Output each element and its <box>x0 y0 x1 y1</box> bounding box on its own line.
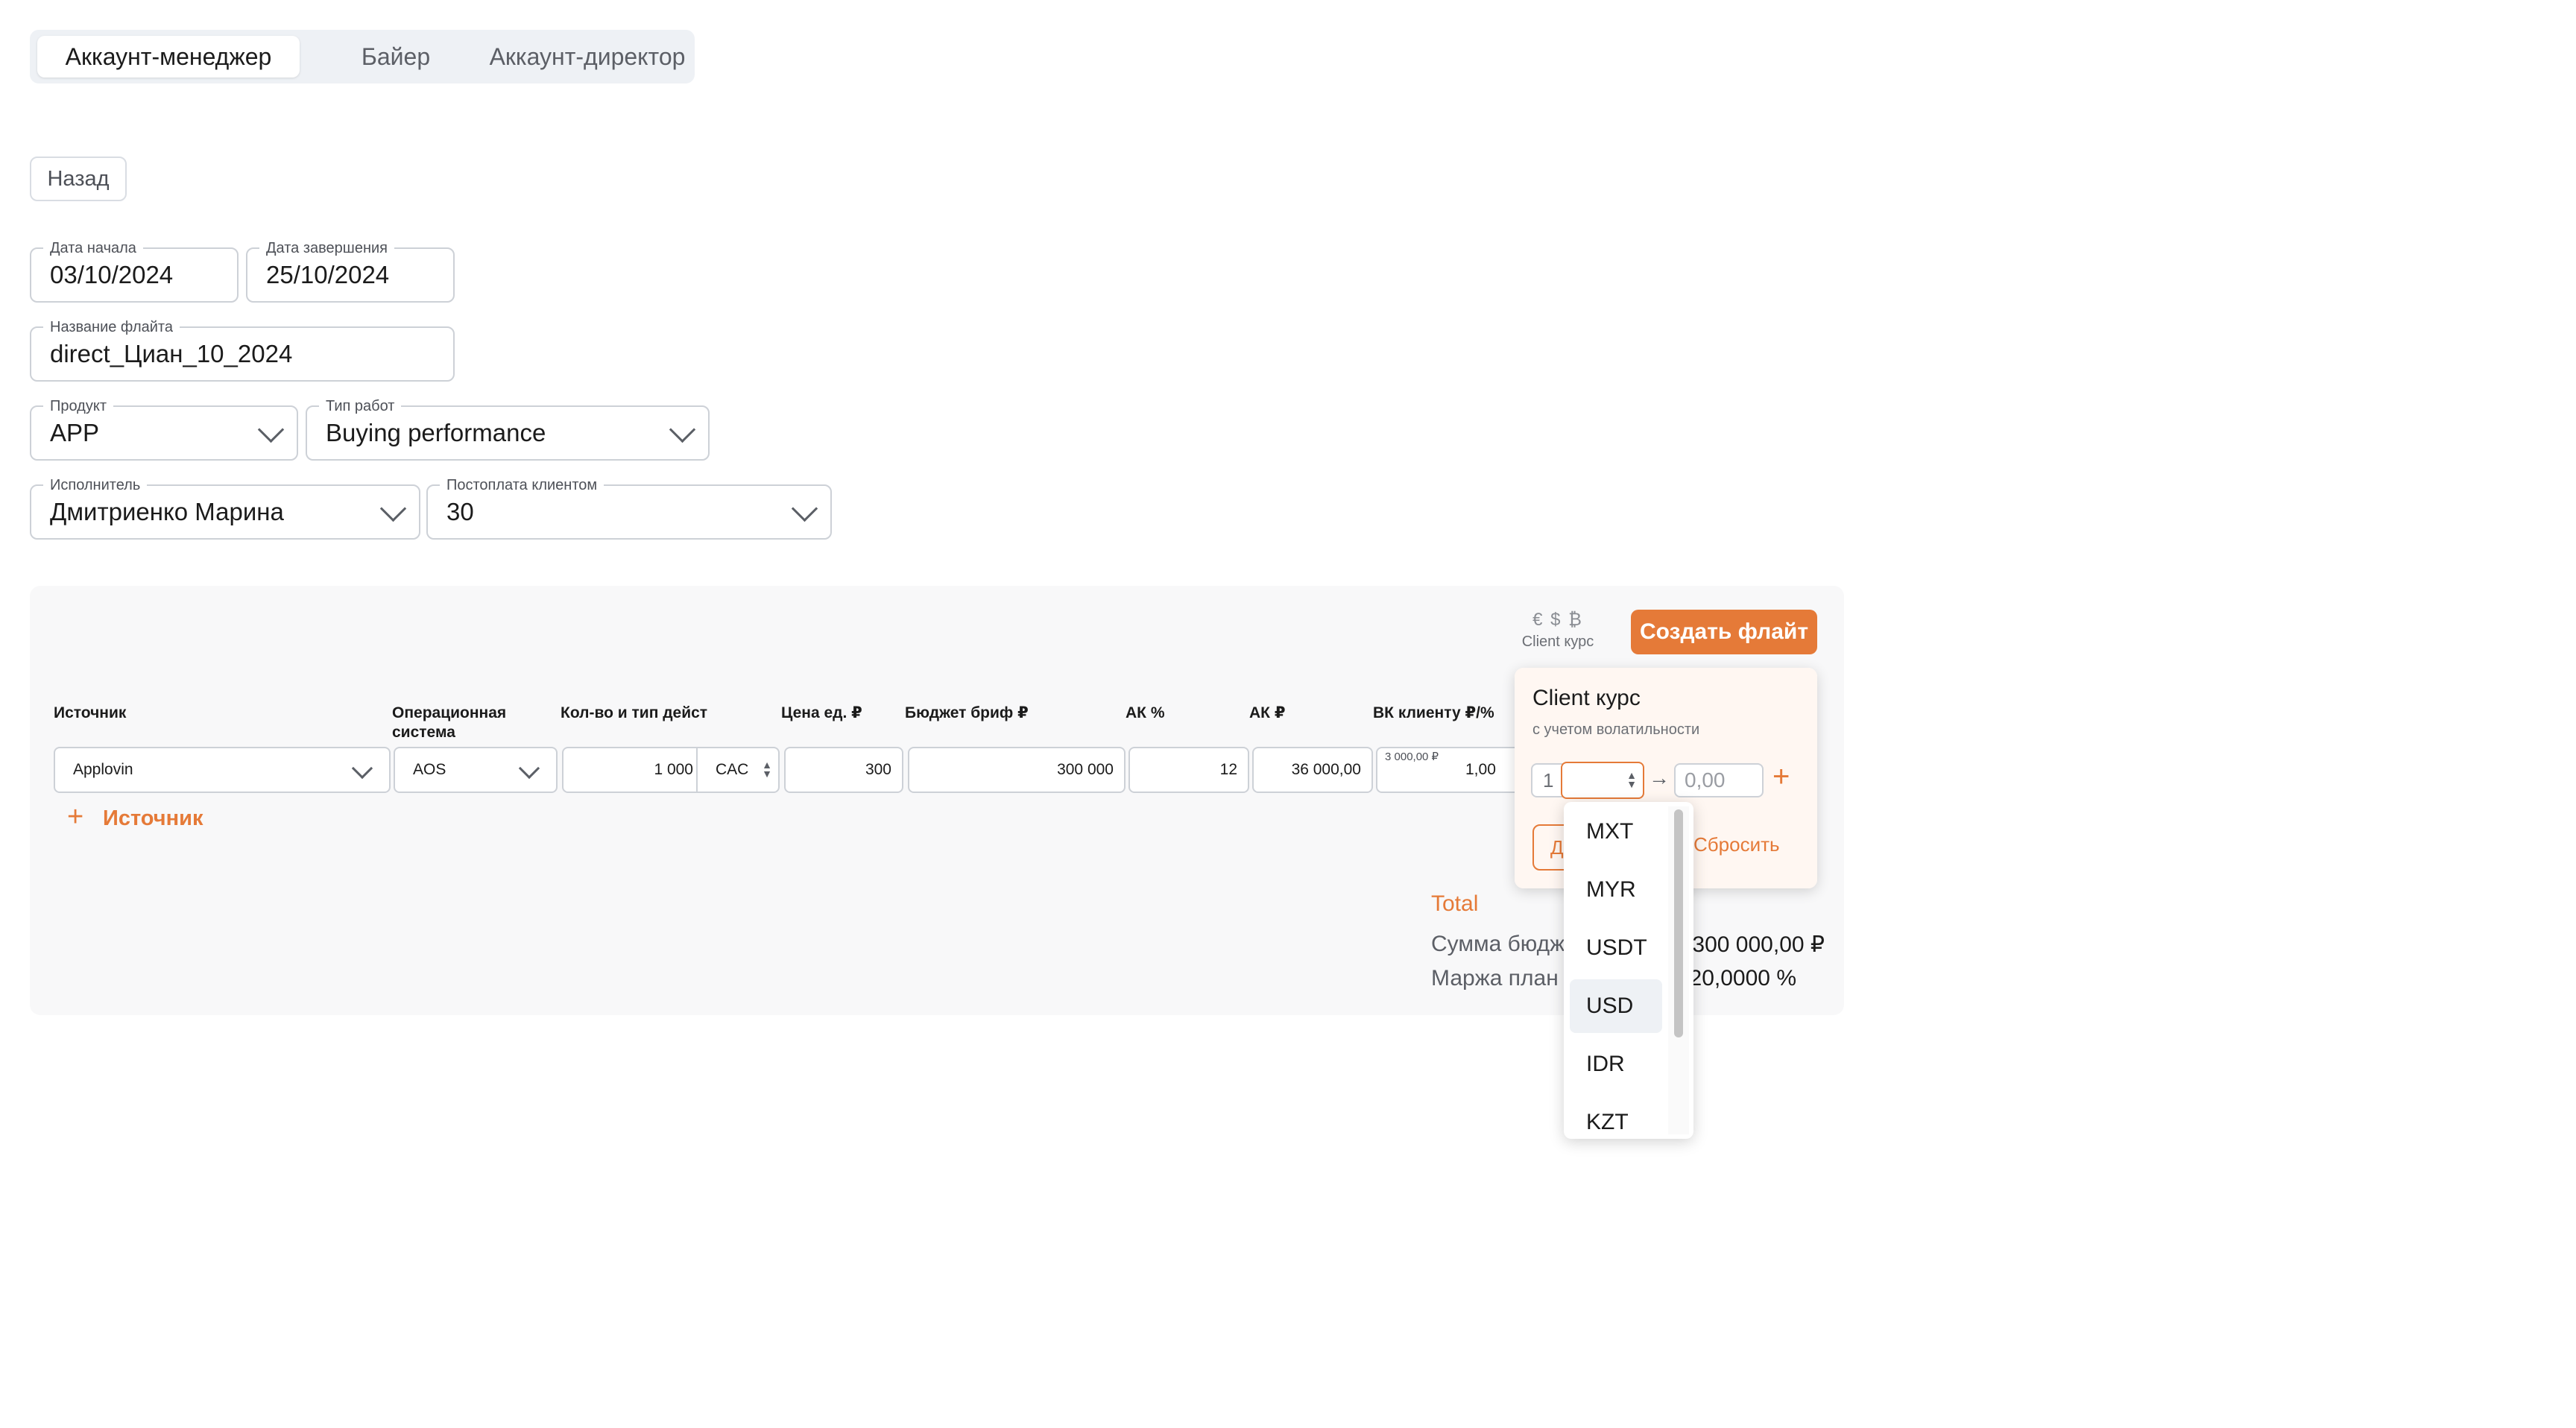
vk-field[interactable]: 3 000,00 ₽ 1,00 <box>1376 747 1525 793</box>
qty-value: 1 000 <box>654 761 693 778</box>
unit-price-value: 300 <box>865 761 891 778</box>
scrollbar-thumb[interactable] <box>1674 809 1683 1037</box>
postpay-value: 30 <box>446 498 474 525</box>
totals-margin-label: Маржа план % <box>1431 966 1585 991</box>
ak-rub-field[interactable]: 36 000,00 <box>1252 747 1373 793</box>
os-value: AOS <box>413 761 446 778</box>
header-qty: Кол-во и тип дейст <box>561 704 708 721</box>
os-select[interactable]: AOS <box>394 747 558 793</box>
budget-value: 300 000 <box>1057 761 1114 778</box>
end-date-value: 25/10/2024 <box>266 261 390 288</box>
add-rate-plus-icon[interactable]: + <box>1772 760 1790 793</box>
postpay-select[interactable]: Постоплата клиентом 30 <box>426 477 832 540</box>
popover-subtitle: с учетом волатильности <box>1532 721 1700 738</box>
currency-select[interactable]: ▲ ▼ <box>1561 762 1644 799</box>
role-tabs: Аккаунт-менеджер Байер Аккаунт-директор <box>30 30 695 83</box>
qty-field[interactable]: 1 000 CAC ▲ ▼ <box>562 747 780 793</box>
rate-to-placeholder: 0,00 <box>1685 768 1726 792</box>
source-select[interactable]: Applovin <box>54 747 391 793</box>
source-value: Applovin <box>73 761 133 778</box>
totals-budget-label: Сумма бюдже <box>1431 932 1577 956</box>
flight-name-field[interactable]: Название флайта direct_Циан_10_2024 <box>30 319 455 382</box>
chevron-down-icon <box>351 757 373 780</box>
popover-title: Client курс <box>1532 686 1641 710</box>
header-vk: ВК клиенту ₽/% <box>1373 704 1494 721</box>
reset-button[interactable]: Сбросить <box>1693 833 1780 856</box>
work-type-select[interactable]: Тип работ Buying performance <box>306 398 710 461</box>
currency-option[interactable]: MYR <box>1570 863 1662 917</box>
client-rate-link[interactable]: Client курс <box>1506 634 1610 653</box>
header-budget: Бюджет бриф ₽ <box>905 704 1029 721</box>
chevron-down-icon <box>518 757 540 780</box>
executor-value: Дмитриенко Марина <box>50 498 284 525</box>
vk-value: 1,00 <box>1465 761 1496 778</box>
tab-buyer[interactable]: Байер <box>319 36 473 78</box>
ak-pct-field[interactable]: 12 <box>1128 747 1249 793</box>
currency-dropdown: MXT MYR USDT USD IDR KZT <box>1564 802 1693 1139</box>
rate-from-value: 1 <box>1543 768 1554 792</box>
currency-option[interactable]: KZT <box>1570 1096 1662 1139</box>
header-ak-pct: АК % <box>1126 704 1165 721</box>
plus-icon[interactable]: + <box>67 802 83 832</box>
start-date-value: 03/10/2024 <box>50 261 174 288</box>
currency-option[interactable]: IDR <box>1570 1037 1662 1091</box>
currency-option[interactable]: USDT <box>1570 921 1662 975</box>
ak-rub-value: 36 000,00 <box>1291 761 1361 778</box>
chevron-down-icon <box>791 495 818 522</box>
arrow-right-icon: → <box>1649 766 1670 789</box>
currency-icons[interactable]: € $ ₿ <box>1513 610 1603 632</box>
unit-price-field[interactable]: 300 <box>784 747 903 793</box>
ak-pct-value: 12 <box>1219 761 1237 778</box>
back-button[interactable]: Назад <box>30 157 127 201</box>
tab-account-director[interactable]: Аккаунт-директор <box>477 36 698 78</box>
header-ak-rub: АК ₽ <box>1249 704 1286 721</box>
flight-name-value: direct_Циан_10_2024 <box>50 340 293 367</box>
work-type-value: Buying performance <box>326 419 546 446</box>
chevron-down-icon <box>257 416 285 443</box>
create-flight-button[interactable]: Создать флайт <box>1631 610 1817 654</box>
currency-option-selected[interactable]: USD <box>1570 979 1662 1033</box>
stepper-icon: ▲ ▼ <box>1626 769 1637 790</box>
product-select[interactable]: Продукт APP <box>30 398 298 461</box>
end-date-field[interactable]: Дата завершения 25/10/2024 <box>246 240 455 303</box>
currency-option[interactable]: MXT <box>1570 805 1662 859</box>
executor-select[interactable]: Исполнитель Дмитриенко Марина <box>30 477 420 540</box>
budget-field[interactable]: 300 000 <box>908 747 1126 793</box>
rate-to-field[interactable]: 0,00 <box>1674 763 1764 797</box>
stepper-icon[interactable]: ▲ ▼ <box>762 759 772 779</box>
start-date-field[interactable]: Дата начала 03/10/2024 <box>30 240 239 303</box>
add-source-button[interactable]: Источник <box>103 805 203 832</box>
header-source: Источник <box>54 704 127 721</box>
apply-label: Д <box>1550 835 1564 859</box>
chevron-down-icon <box>669 416 696 443</box>
totals-title: Total <box>1431 891 1479 916</box>
header-unit-price: Цена ед. ₽ <box>781 704 862 721</box>
vk-top-value: 3 000,00 ₽ <box>1385 751 1439 763</box>
product-value: APP <box>50 419 100 446</box>
tab-account-manager[interactable]: Аккаунт-менеджер <box>37 36 300 78</box>
header-os: Операционная система <box>392 704 507 741</box>
chevron-down-icon <box>379 495 407 522</box>
qty-divider <box>696 748 698 792</box>
action-type-value[interactable]: CAC <box>716 748 748 792</box>
